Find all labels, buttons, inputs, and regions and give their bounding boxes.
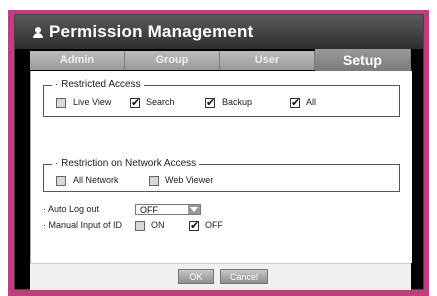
- manual-input-label: · Manual Input of ID: [43, 220, 123, 230]
- tab-bar: Admin Group User Setup: [30, 49, 411, 71]
- manual-input-off-checkbox[interactable]: [189, 219, 199, 233]
- permission-management-window: Permission Management Admin Group User S…: [14, 14, 424, 290]
- search-label: Search: [146, 97, 175, 107]
- title-bar: Permission Management: [15, 15, 423, 49]
- network-access-legend: · Restriction on Network Access: [52, 158, 200, 169]
- window-title: Permission Management: [49, 22, 254, 41]
- restricted-access-group: · Restricted Access Live View Search Bac…: [43, 79, 400, 117]
- tab-admin[interactable]: Admin: [30, 51, 125, 70]
- all-label: All: [306, 97, 317, 107]
- live-view-checkbox[interactable]: [56, 98, 66, 108]
- all-checkbox[interactable]: [290, 96, 300, 110]
- web-viewer-checkbox[interactable]: [149, 176, 159, 186]
- search-checkbox[interactable]: [130, 96, 140, 110]
- user-icon: [33, 27, 43, 39]
- tab-setup[interactable]: Setup: [315, 49, 411, 71]
- setup-panel: · Restricted Access Live View Search Bac…: [30, 71, 412, 263]
- dropdown-arrow-icon: [188, 205, 200, 214]
- live-view-label: Live View: [73, 97, 112, 107]
- backup-label: Backup: [222, 97, 253, 107]
- backup-checkbox[interactable]: [205, 96, 215, 110]
- manual-input-on-checkbox[interactable]: [135, 221, 145, 231]
- all-network-label: All Network: [73, 175, 119, 185]
- manual-input-off-label: OFF: [205, 220, 223, 230]
- tab-group[interactable]: Group: [125, 51, 220, 70]
- all-network-checkbox[interactable]: [56, 176, 66, 186]
- web-viewer-label: Web Viewer: [165, 175, 214, 185]
- button-bar: OK Cancel: [30, 263, 411, 290]
- tab-user[interactable]: User: [220, 51, 315, 70]
- network-access-group: · Restriction on Network Access All Netw…: [43, 158, 400, 192]
- auto-logout-select[interactable]: OFF: [135, 204, 201, 215]
- cancel-button[interactable]: Cancel: [220, 269, 268, 284]
- manual-input-on-label: ON: [151, 220, 165, 230]
- ok-button[interactable]: OK: [178, 269, 214, 284]
- restricted-access-legend: · Restricted Access: [52, 79, 144, 90]
- auto-logout-value: OFF: [140, 205, 158, 215]
- auto-logout-label: · Auto Log out: [43, 204, 100, 214]
